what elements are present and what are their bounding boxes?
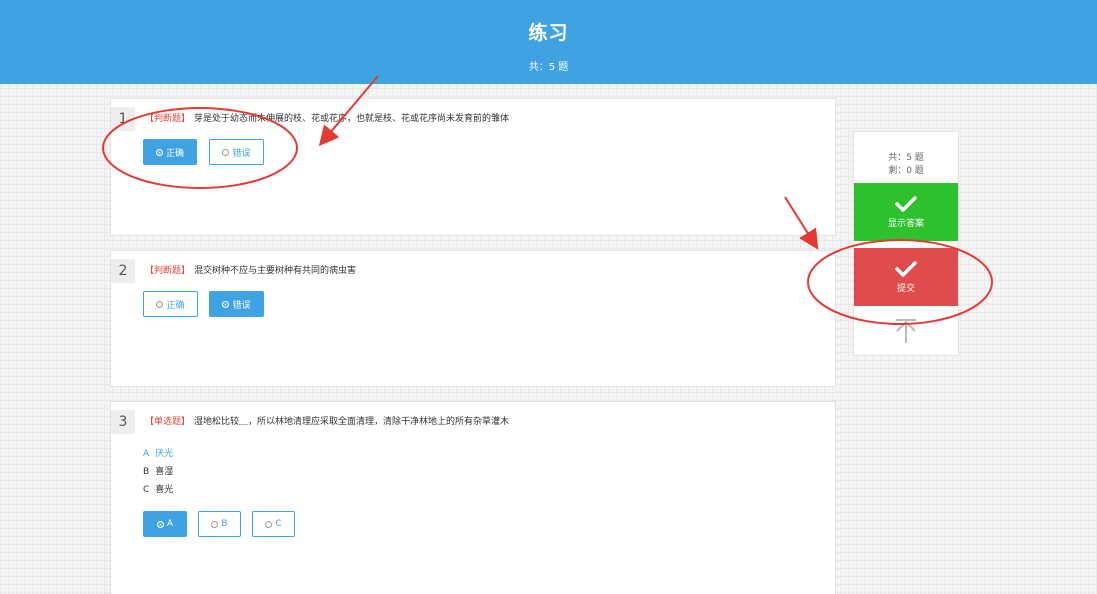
radio-icon — [156, 300, 164, 308]
answer-sidebar: 共：5 题 剩：0 题 显示答案 提交 — [853, 131, 959, 356]
answer-button-false[interactable]: 错误 — [209, 291, 264, 317]
option-c: C 喜光 — [143, 482, 173, 495]
answer-label: 正确 — [165, 148, 184, 159]
question-card-2: 2 【判断题】 混交树种不应与主要树种有共同的病虫害 正确 错误 — [110, 250, 836, 387]
answer-label: 错误 — [232, 300, 251, 311]
radio-icon — [211, 520, 219, 528]
option-text: 喜光 — [155, 485, 174, 495]
answer-button-a[interactable]: A — [143, 511, 187, 537]
question-card-1: 1 【判断题】 芽是处于幼态而未伸展的枝、花或花序，也就是枝、花或花序尚未发育前的… — [110, 98, 836, 236]
check-icon — [895, 261, 917, 277]
page-header: 练习 共：5 题 — [0, 0, 1097, 84]
show-answer-button[interactable]: 显示答案 — [854, 183, 958, 241]
radio-icon — [222, 148, 230, 156]
answer-button-true[interactable]: 正确 — [143, 139, 197, 165]
option-letter: C — [143, 485, 150, 495]
question-count: 共：5 题 — [528, 62, 569, 73]
check-icon — [895, 196, 917, 212]
answer-button-c[interactable]: C — [252, 511, 295, 537]
option-text: 厌光 — [155, 449, 174, 459]
question-text: 【单选题】 湿地松比较＿，所以林地清理应采取全面清理，清除干净林地上的所有杂草灌木 — [145, 414, 509, 427]
radio-icon — [222, 300, 230, 308]
option-letter: B — [143, 467, 150, 477]
radio-icon — [265, 520, 273, 528]
question-stem: 湿地松比较＿，所以林地清理应采取全面清理，清除干净林地上的所有杂草灌木 — [194, 417, 510, 427]
answer-label: C — [275, 519, 282, 529]
question-type-badge: 【判断题】 — [145, 266, 191, 276]
question-stem: 混交树种不应与主要树种有共同的病虫害 — [194, 266, 357, 276]
radio-icon — [156, 520, 164, 528]
arrow-up-icon[interactable] — [894, 318, 918, 344]
submit-label: 提交 — [896, 284, 915, 294]
option-b: B 喜湿 — [143, 464, 173, 477]
answer-button-true[interactable]: 正确 — [143, 291, 198, 317]
show-answer-label: 显示答案 — [887, 219, 924, 229]
page-title: 练习 — [528, 22, 569, 44]
question-card-3: 3 【单选题】 湿地松比较＿，所以林地清理应采取全面清理，清除干净林地上的所有杂草… — [110, 401, 836, 594]
question-type-badge: 【单选题】 — [145, 417, 191, 427]
option-a: A 厌光 — [143, 446, 173, 459]
radio-icon — [155, 148, 163, 156]
submit-button[interactable]: 提交 — [854, 248, 958, 306]
answer-label: 正确 — [166, 300, 185, 311]
remaining-count: 剩：0 题 — [888, 166, 924, 176]
question-number: 3 — [111, 410, 135, 434]
answer-label: 错误 — [232, 148, 251, 159]
answer-button-b[interactable]: B — [198, 511, 241, 537]
question-number: 1 — [111, 107, 135, 131]
answer-label: A — [166, 519, 174, 529]
question-text: 【判断题】 芽是处于幼态而未伸展的枝、花或花序，也就是枝、花或花序尚未发育前的雏体 — [145, 111, 509, 124]
answer-button-false[interactable]: 错误 — [209, 139, 264, 165]
option-letter: A — [143, 449, 150, 459]
answer-label: B — [221, 519, 228, 529]
question-text: 【判断题】 混交树种不应与主要树种有共同的病虫害 — [145, 263, 356, 276]
question-number: 2 — [111, 259, 135, 283]
question-stem: 芽是处于幼态而未伸展的枝、花或花序，也就是枝、花或花序尚未发育前的雏体 — [194, 114, 510, 124]
total-count: 共：5 题 — [888, 153, 924, 163]
question-type-badge: 【判断题】 — [145, 114, 191, 124]
option-text: 喜湿 — [155, 467, 174, 477]
